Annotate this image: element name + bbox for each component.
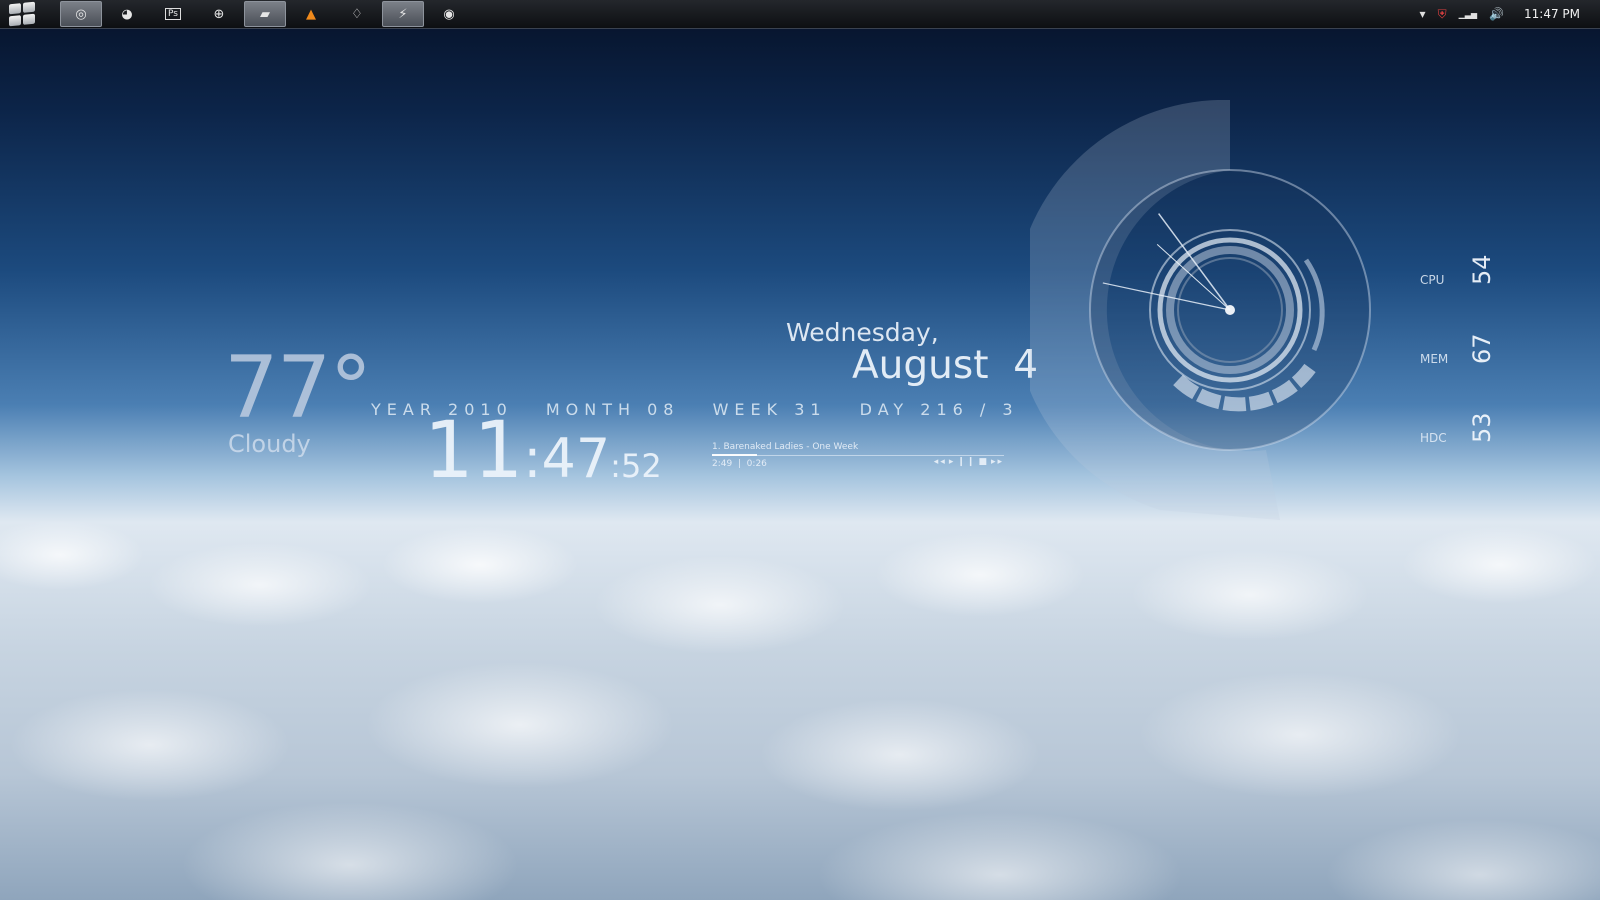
folder-icon: ▰ [260,6,270,22]
chrome-icon: ◎ [75,6,87,22]
system-tray: ▾ ⛨ ▁▃▅ 🔊 11:47 PM [1414,0,1600,28]
browser-icon: ⊕ [213,6,225,22]
cpu-value: 54 [1468,254,1496,285]
drop-icon: ♢ [351,6,363,22]
mem-label: MEM [1420,352,1449,366]
tray-volume-icon[interactable]: 🔊 [1489,7,1504,21]
weather-temperature: 77° [224,338,372,438]
flash-icon: ⚡ [398,6,408,22]
analog-clock-widget [1013,99,1390,524]
start-button[interactable] [0,0,44,28]
photoshop-icon: Ps [165,8,181,20]
previous-icon[interactable]: ◂◂ [934,457,947,467]
player-controls: ◂◂ ▸ ❙❙ ■ ▸▸ [932,457,1004,467]
taskbar: ◎ ◕ Ps ⊕ ▰ ▲ ♢ ⚡ ◉ ▾ ⛨ ▁▃▅ 🔊 11:47 PM [0,0,1600,29]
clock-minute: :47 [523,427,611,490]
analog-clock-svg [1013,99,1371,520]
day-readout: DAY 216 / 3 [859,400,1019,419]
media-player: 1. Barenaked Ladies - One Week 2:49 | 0:… [712,442,1004,469]
pause-icon[interactable]: ❙❙ [957,457,976,467]
hdc-label: HDC [1420,431,1447,445]
mem-value: 67 [1468,333,1496,364]
taskbar-button-drop[interactable]: ♢ [336,1,378,27]
mem-meter: MEM 67 [1420,333,1500,374]
tray-clock[interactable]: 11:47 PM [1524,7,1580,21]
vlc-icon: ▲ [306,6,316,22]
cloud-wallpaper [0,495,1600,900]
firefox-icon: ◕ [121,6,133,22]
player-progress-bar[interactable] [712,454,1004,456]
tray-power-icon[interactable]: ⛨ [1438,7,1447,22]
clock-center-pin [1225,305,1235,315]
hdc-value: 53 [1468,412,1496,443]
cpu-meter: CPU 54 [1420,254,1500,295]
task-buttons: ◎ ◕ Ps ⊕ ▰ ▲ ♢ ⚡ ◉ [60,0,474,28]
tray-expand-icon[interactable]: ▾ [1420,7,1426,21]
clock-second: :52 [610,447,662,485]
hdc-meter: HDC 53 [1420,412,1500,453]
tray-network-icon[interactable]: ▁▃▅ [1459,10,1477,19]
desktop: ◎ ◕ Ps ⊕ ▰ ▲ ♢ ⚡ ◉ ▾ ⛨ ▁▃▅ 🔊 11:47 PM 77° Cloudy… [0,0,1600,900]
next-icon[interactable]: ▸▸ [991,457,1004,467]
digital-clock: 11:47:52 [424,412,662,490]
clock-hour: 11 [424,406,524,496]
taskbar-button-folder[interactable]: ▰ [244,1,286,27]
month-day-label: August 4 [852,343,1039,388]
weather-condition: Cloudy [228,430,311,458]
play-icon[interactable]: ▸ [949,457,956,467]
player-track-title: 1. Barenaked Ladies - One Week [712,442,859,452]
player-progress-fill [712,454,758,456]
media-icon: ◉ [443,6,455,22]
taskbar-button-vlc[interactable]: ▲ [290,1,332,27]
taskbar-button-photoshop[interactable]: Ps [152,1,194,27]
taskbar-button-browser[interactable]: ⊕ [198,1,240,27]
taskbar-button-firefox[interactable]: ◕ [106,1,148,27]
taskbar-button-flash[interactable]: ⚡ [382,1,424,27]
week-readout: WEEK 31 [712,400,827,419]
stop-icon[interactable]: ■ [978,457,989,467]
taskbar-button-chrome[interactable]: ◎ [60,1,102,27]
windows-logo-icon [9,1,35,27]
cpu-label: CPU [1420,273,1445,287]
taskbar-button-media[interactable]: ◉ [428,1,470,27]
